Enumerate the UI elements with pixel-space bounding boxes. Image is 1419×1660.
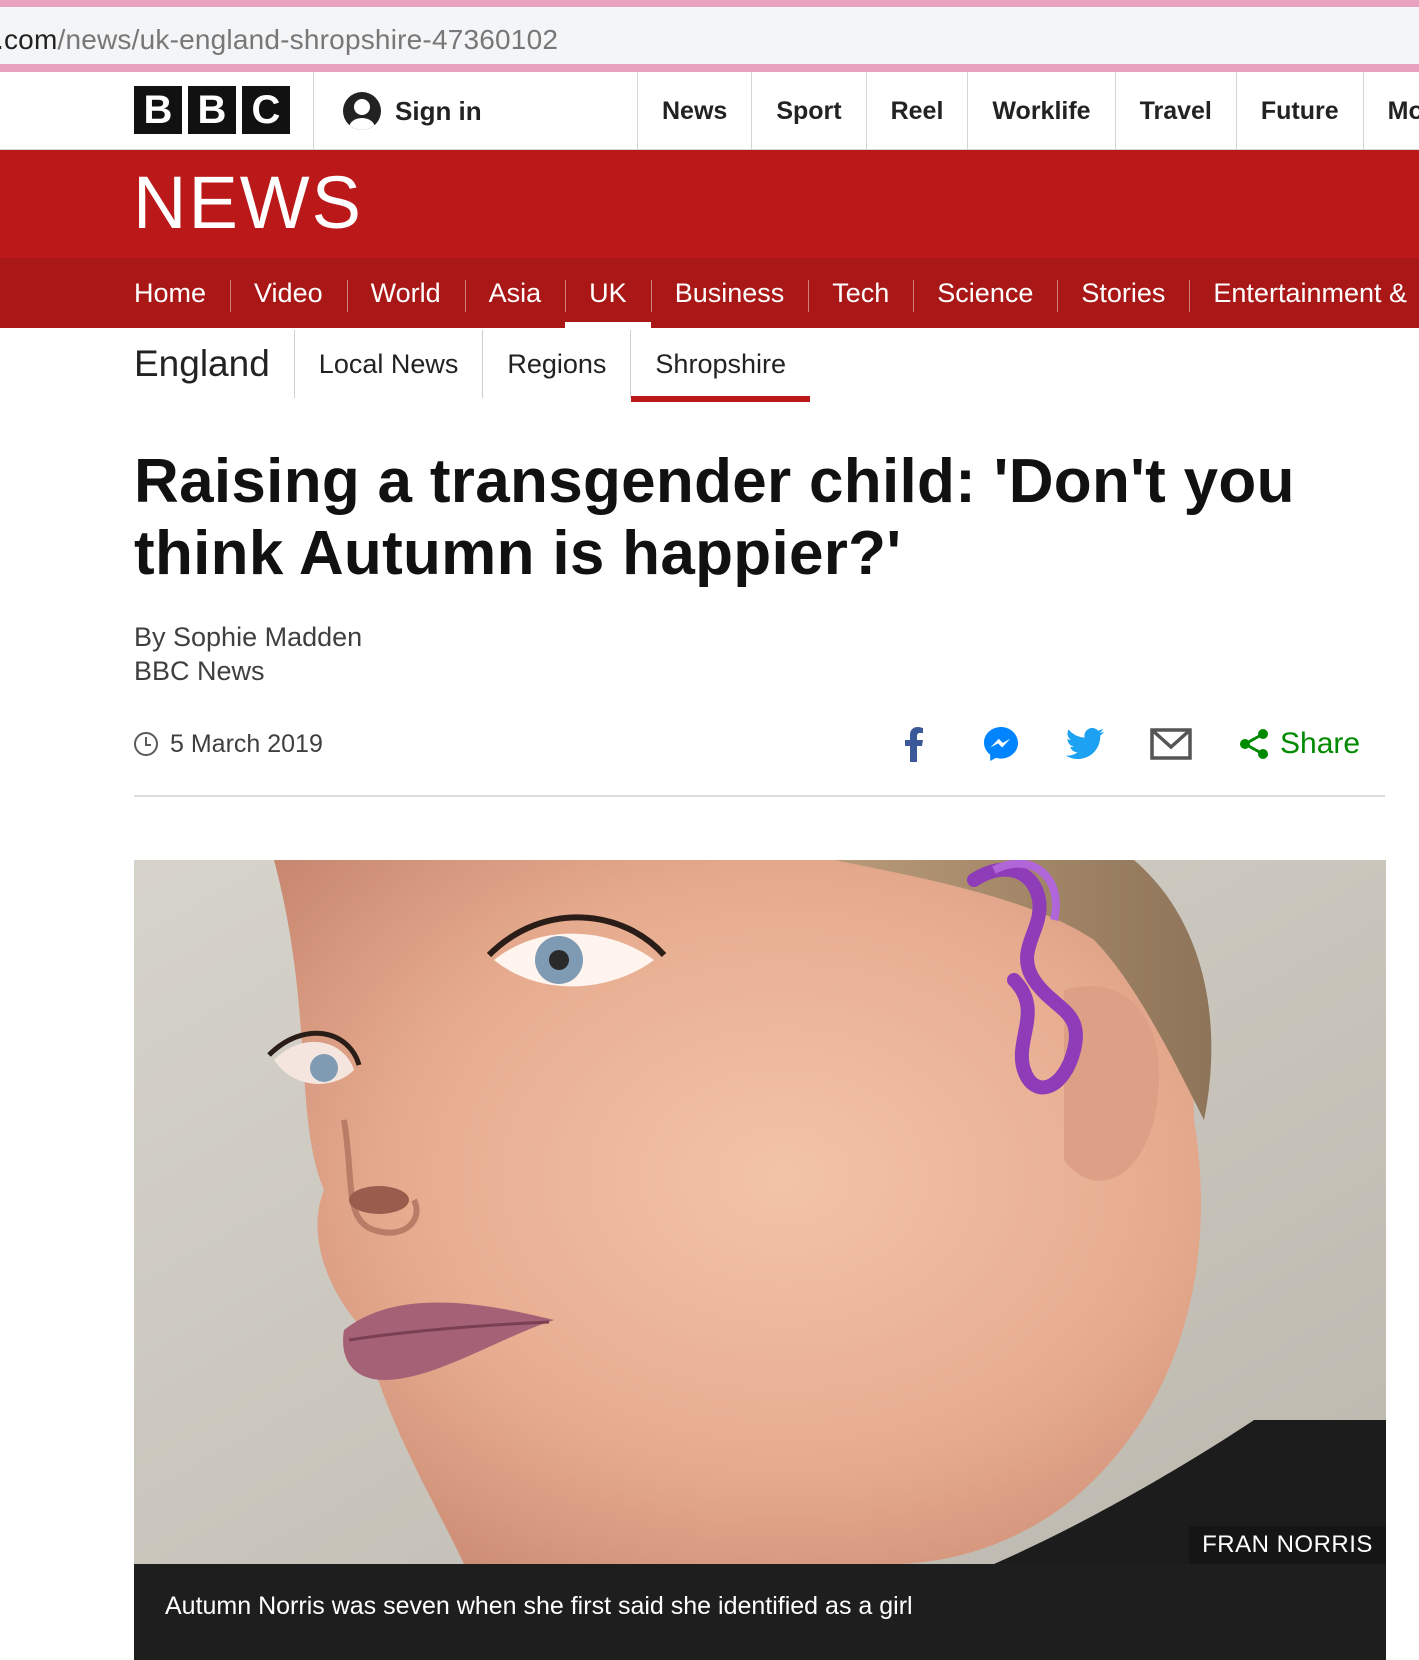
top-nav-more[interactable]: Mo	[1362, 72, 1419, 150]
facebook-icon[interactable]	[896, 723, 932, 765]
bbc-logo-letter: B	[134, 86, 182, 134]
sub-nav: England Local News Regions Shropshire	[134, 330, 810, 402]
byline-author: By Sophie Madden	[134, 622, 363, 652]
browser-top-border	[0, 0, 1419, 7]
news-banner: NEWS	[0, 150, 1419, 258]
bbc-logo-letter: C	[242, 86, 290, 134]
bbc-masthead: B B C Sign in News Sport Reel Worklife T…	[0, 72, 1419, 150]
sign-in-button[interactable]: Sign in	[343, 90, 482, 132]
section-nav-home[interactable]: Home	[110, 258, 230, 328]
region-title[interactable]: England	[134, 343, 294, 385]
byline-organisation: BBC News	[134, 656, 265, 686]
top-nav-sport[interactable]: Sport	[751, 72, 865, 150]
top-nav-news[interactable]: News	[637, 72, 751, 150]
address-field[interactable]: .com/news/uk-england-shropshire-47360102	[0, 7, 1419, 65]
section-nav-science[interactable]: Science	[913, 258, 1057, 328]
article-byline: By Sophie Madden BBC News	[134, 620, 362, 688]
sub-nav-local-news[interactable]: Local News	[293, 330, 483, 398]
section-nav-entertainment[interactable]: Entertainment &	[1189, 258, 1419, 328]
share-button[interactable]: Share	[1238, 723, 1368, 765]
section-nav-tech[interactable]: Tech	[808, 258, 913, 328]
address-domain: .com	[0, 24, 58, 55]
top-nav-reel[interactable]: Reel	[865, 72, 968, 150]
user-avatar-icon	[343, 92, 381, 130]
clock-icon	[134, 732, 158, 756]
section-nav-business[interactable]: Business	[650, 258, 809, 328]
date-text: 5 March 2019	[170, 729, 323, 758]
sub-nav-regions[interactable]: Regions	[482, 330, 630, 398]
image-caption: Autumn Norris was seven when she first s…	[134, 1564, 1386, 1660]
twitter-icon[interactable]	[1065, 723, 1105, 765]
share-icon	[1240, 729, 1268, 759]
article-divider	[134, 795, 1385, 797]
bbc-top-nav: News Sport Reel Worklife Travel Future M…	[637, 72, 1419, 150]
article-headline: Raising a transgender child: 'Don't you …	[134, 447, 1295, 588]
top-nav-worklife[interactable]: Worklife	[967, 72, 1114, 150]
section-nav-stories[interactable]: Stories	[1057, 258, 1189, 328]
sign-in-label: Sign in	[395, 95, 482, 126]
hero-image[interactable]	[134, 860, 1386, 1564]
sub-nav-shropshire[interactable]: Shropshire	[630, 330, 810, 402]
section-nav-world[interactable]: World	[346, 258, 465, 328]
section-nav: Home Video World Asia UK Business Tech S…	[0, 258, 1419, 328]
top-nav-travel[interactable]: Travel	[1114, 72, 1236, 150]
bbc-logo[interactable]: B B C	[134, 86, 290, 134]
browser-url-bar: .com/news/uk-england-shropshire-47360102	[0, 0, 1419, 72]
article-date: 5 March 2019	[134, 726, 323, 762]
image-credit: FRAN NORRIS	[1189, 1526, 1386, 1564]
section-nav-uk[interactable]: UK	[565, 258, 651, 328]
address-text[interactable]: .com/news/uk-england-shropshire-47360102	[0, 24, 558, 56]
section-nav-video[interactable]: Video	[230, 258, 347, 328]
messenger-icon[interactable]	[981, 723, 1021, 765]
browser-bottom-border	[0, 64, 1419, 72]
bbc-logo-letter: B	[188, 86, 236, 134]
section-nav-asia[interactable]: Asia	[464, 258, 566, 328]
news-logo[interactable]: NEWS	[133, 166, 363, 240]
address-path: /news/uk-england-shropshire-47360102	[57, 24, 559, 55]
masthead-divider	[313, 72, 314, 150]
email-icon[interactable]	[1149, 723, 1193, 765]
share-label: Share	[1280, 727, 1361, 760]
top-nav-future[interactable]: Future	[1235, 72, 1363, 150]
